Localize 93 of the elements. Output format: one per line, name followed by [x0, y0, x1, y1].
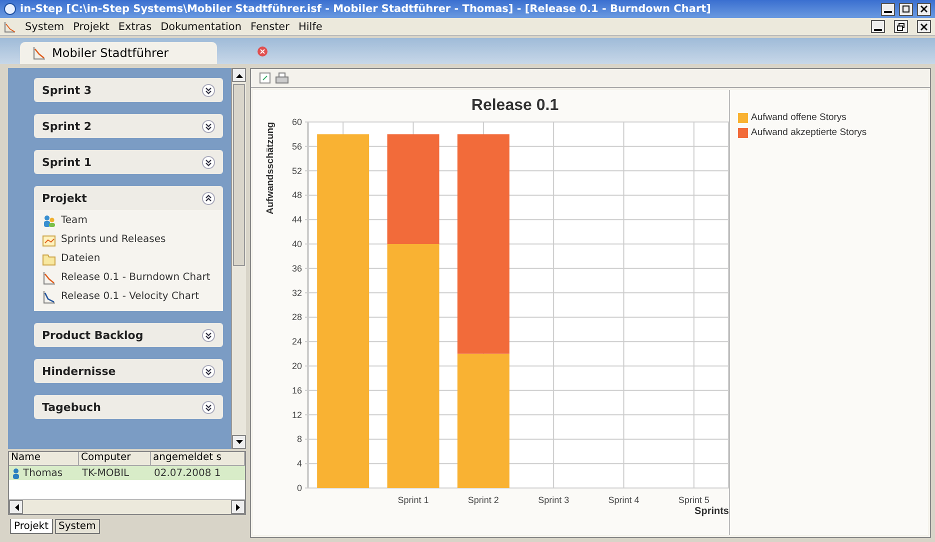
- people-icon: [42, 214, 56, 228]
- tick-label: 24: [292, 336, 302, 347]
- close-button[interactable]: [917, 2, 931, 16]
- calendar-icon: [42, 232, 56, 246]
- column-header[interactable]: Computer: [79, 452, 151, 466]
- menu-item[interactable]: Hilfe: [298, 20, 322, 32]
- expand-icon[interactable]: [202, 400, 215, 414]
- maximize-button[interactable]: [899, 2, 913, 16]
- expand-icon[interactable]: [202, 156, 215, 168]
- panel-title[interactable]: Hindernisse: [42, 364, 116, 378]
- line-chart-icon: [42, 270, 56, 284]
- right-arrow-icon: [236, 504, 240, 510]
- tick-label: 0: [296, 483, 302, 493]
- tick-label: 8: [296, 434, 302, 444]
- expand-icon[interactable]: [202, 120, 215, 132]
- minimize-icon: [874, 28, 882, 30]
- panel-title[interactable]: Projekt: [42, 192, 87, 204]
- axis-label: Sprints: [694, 506, 729, 517]
- nav-item[interactable]: Sprints und Releases: [61, 234, 166, 245]
- panel-title[interactable]: Sprint 3: [42, 84, 92, 96]
- restore-icon: [897, 22, 905, 30]
- tick-label: 52: [292, 166, 302, 176]
- document-tab[interactable]: Mobiler Stadtführer: [20, 42, 217, 64]
- column-header[interactable]: Name: [9, 452, 79, 466]
- menu-item[interactable]: Fenster: [250, 20, 290, 32]
- menu-item[interactable]: System: [25, 20, 64, 32]
- tick-label: 12: [292, 410, 302, 420]
- nav-item[interactable]: Release 0.1 - Burndown Chart: [61, 272, 210, 283]
- folder-icon: [42, 252, 56, 266]
- line-chart-icon: [4, 20, 16, 32]
- tick-label: 48: [292, 190, 302, 200]
- tick-label: 32: [292, 288, 302, 298]
- tick-label: Sprint 1: [398, 495, 429, 505]
- line-chart-icon: [32, 46, 46, 60]
- tick-label: Sprint 4: [608, 495, 640, 505]
- close-button[interactable]: [917, 20, 931, 33]
- print-icon[interactable]: [275, 72, 289, 84]
- expand-icon[interactable]: [202, 328, 215, 342]
- scrollbar[interactable]: [231, 68, 246, 449]
- minimize-icon: [884, 11, 892, 13]
- tick-label: 40: [292, 239, 302, 249]
- column-header[interactable]: angemeldet s: [151, 452, 245, 466]
- tick-label: 4: [296, 458, 302, 469]
- panel-title[interactable]: Product Backlog: [42, 328, 144, 342]
- expand-icon[interactable]: [202, 84, 215, 96]
- restore-button[interactable]: [894, 20, 908, 33]
- tick-label: 16: [292, 385, 302, 396]
- menu-item[interactable]: Extras: [118, 20, 152, 32]
- app-icon: [4, 3, 16, 15]
- tick-label: Sprint 2: [468, 495, 499, 505]
- tab[interactable]: Projekt: [10, 519, 53, 534]
- table-cell: Thomas: [9, 466, 79, 480]
- close-icon: [920, 22, 928, 30]
- minimize-button[interactable]: [871, 20, 885, 33]
- close-icon[interactable]: [257, 46, 268, 57]
- collapse-icon[interactable]: [202, 192, 215, 204]
- scroll-left-button[interactable]: [9, 500, 23, 514]
- tick-label: Sprint 5: [678, 495, 710, 505]
- tick-label: 56: [292, 141, 302, 152]
- tick-label: 36: [292, 263, 302, 274]
- tick-label: 44: [292, 214, 302, 225]
- panel-title[interactable]: Sprint 1: [42, 156, 92, 168]
- panel-title[interactable]: Sprint 2: [42, 120, 92, 132]
- menu-item[interactable]: Projekt: [73, 20, 110, 32]
- menu-item[interactable]: Dokumentation: [160, 20, 242, 32]
- tab[interactable]: System: [54, 519, 100, 534]
- expand-icon[interactable]: [202, 364, 215, 378]
- tick-label: 20: [292, 361, 302, 371]
- nav-item[interactable]: Team: [61, 215, 88, 226]
- scroll-right-button[interactable]: [231, 500, 245, 514]
- chart-title: Release 0.1: [471, 97, 559, 114]
- user-icon: [12, 468, 20, 478]
- tick-label: 60: [292, 117, 302, 127]
- tick-label: Sprint 3: [538, 495, 570, 505]
- legend-label: Aufwand akzeptierte Storys: [751, 127, 867, 138]
- nav-item[interactable]: Release 0.1 - Velocity Chart: [61, 291, 200, 302]
- nav-item[interactable]: Dateien: [61, 253, 100, 264]
- down-arrow-icon: [236, 440, 242, 444]
- table-cell: 02.07.2008 1: [151, 466, 245, 480]
- scroll-up-button[interactable]: [232, 68, 246, 82]
- axis-label: Aufwandsschätzung: [265, 122, 276, 214]
- close-icon: [920, 5, 928, 13]
- minimize-button[interactable]: [881, 2, 895, 16]
- legend-label: Aufwand offene Storys: [751, 112, 846, 123]
- panel-title[interactable]: Tagebuch: [42, 400, 101, 414]
- table-cell: TK-MOBIL: [79, 466, 151, 480]
- left-arrow-icon: [14, 504, 18, 510]
- line-chart-icon: [42, 290, 56, 304]
- up-arrow-icon: [236, 72, 242, 78]
- maximize-icon: [902, 5, 910, 13]
- tick-label: 28: [292, 312, 302, 322]
- window-title: in-Step [C:\in-Step Systems\Mobiler Stadtführer.isf - Mobiler Stadtführer - Thomas] - [Release 0.1 - Burndown Chart]: [20, 3, 712, 15]
- scroll-down-button[interactable]: [232, 435, 246, 449]
